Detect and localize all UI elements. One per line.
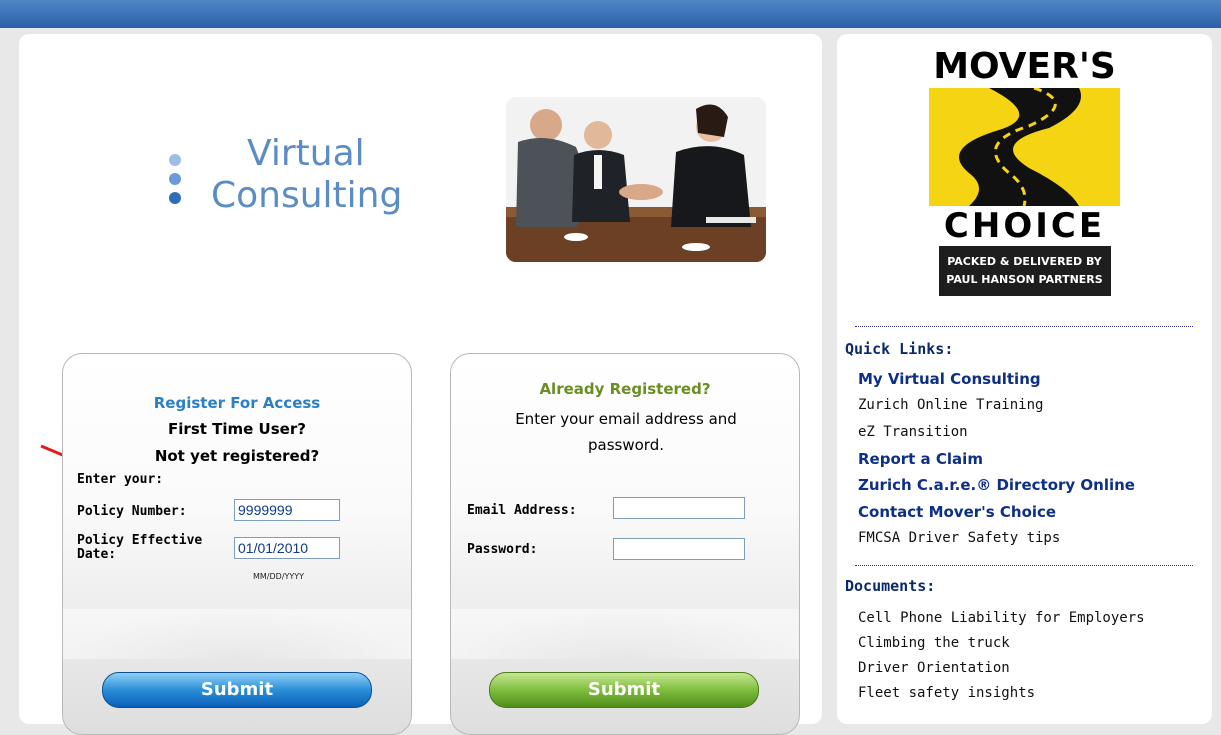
- register-subtitle-first-time: First Time User?: [168, 420, 306, 438]
- register-subtitle-not-registered: Not yet registered?: [154, 447, 320, 465]
- enter-your-label: Enter your:: [77, 472, 164, 487]
- password-input[interactable]: [613, 538, 745, 560]
- brand-tagline-line2: PAUL HANSON PARTNERS: [946, 273, 1103, 286]
- policy-number-input[interactable]: [234, 499, 340, 521]
- doc-cell-phone-liability[interactable]: Cell Phone Liability for Employers: [858, 610, 1145, 626]
- doc-climbing-the-truck[interactable]: Climbing the truck: [858, 635, 1010, 651]
- business-handshake-photo: [506, 97, 766, 262]
- link-my-virtual-consulting[interactable]: My Virtual Consulting: [858, 370, 1041, 388]
- brand-word-movers: MOVER'S: [933, 46, 1116, 87]
- doc-driver-orientation[interactable]: Driver Orientation: [858, 660, 1010, 676]
- road-sign-icon: [929, 86, 1120, 207]
- login-submit-button[interactable]: Submit: [489, 672, 759, 708]
- link-contact-movers-choice[interactable]: Contact Mover's Choice: [858, 503, 1056, 521]
- link-zurich-online-training[interactable]: Zurich Online Training: [858, 397, 1043, 413]
- logo-text-line1: Virtual: [247, 133, 365, 174]
- policy-date-input[interactable]: [234, 537, 340, 559]
- brand-word-choice: CHOICE: [943, 206, 1106, 246]
- login-instructions: Enter your email address and password.: [515, 410, 737, 454]
- register-box: Register For Access First Time User? Not…: [62, 353, 412, 735]
- brand-tagline-banner: PACKED & DELIVERED BY PAUL HANSON PARTNE…: [938, 246, 1111, 296]
- box-wave: [63, 609, 411, 659]
- register-title: Register For Access: [153, 394, 321, 412]
- date-format-hint: MM/DD/YYYY: [253, 572, 305, 581]
- email-label: Email Address:: [467, 503, 577, 518]
- brand-tagline-line1: PACKED & DELIVERED BY: [947, 255, 1102, 268]
- login-title: Already Registered?: [539, 380, 711, 398]
- documents-title: Documents:: [845, 577, 936, 595]
- email-input[interactable]: [613, 497, 745, 519]
- divider: [855, 565, 1193, 566]
- password-label: Password:: [467, 542, 538, 557]
- doc-fleet-safety-insights[interactable]: Fleet safety insights: [858, 685, 1035, 701]
- box-wave: [451, 609, 799, 659]
- top-bar: [0, 0, 1221, 28]
- link-ez-transition[interactable]: eZ Transition: [858, 424, 968, 440]
- movers-choice-logo: MOVER'S CHOICE PACKED & DELIVERED BY PAU…: [929, 48, 1120, 296]
- logo-dots-icon: [169, 151, 183, 208]
- link-fmcsa-driver-safety[interactable]: FMCSA Driver Safety tips: [858, 530, 1060, 546]
- divider: [855, 326, 1193, 327]
- link-report-a-claim[interactable]: Report a Claim: [858, 450, 983, 468]
- logo-text-line2: Consulting: [211, 175, 403, 216]
- sidebar-panel: MOVER'S CHOICE PACKED & DELIVERED BY PAU…: [837, 34, 1212, 724]
- policy-number-label: Policy Number:: [77, 504, 187, 519]
- link-zurich-care-directory[interactable]: Zurich C.a.r.e.® Directory Online: [858, 476, 1135, 494]
- policy-date-label: Policy Effective Date:: [77, 533, 203, 562]
- login-box: Already Registered? Enter your email add…: [450, 353, 800, 735]
- quick-links-title: Quick Links:: [845, 340, 954, 358]
- main-panel: Virtual Consulting Register For Access F…: [19, 34, 822, 735]
- register-submit-button[interactable]: Submit: [102, 672, 372, 708]
